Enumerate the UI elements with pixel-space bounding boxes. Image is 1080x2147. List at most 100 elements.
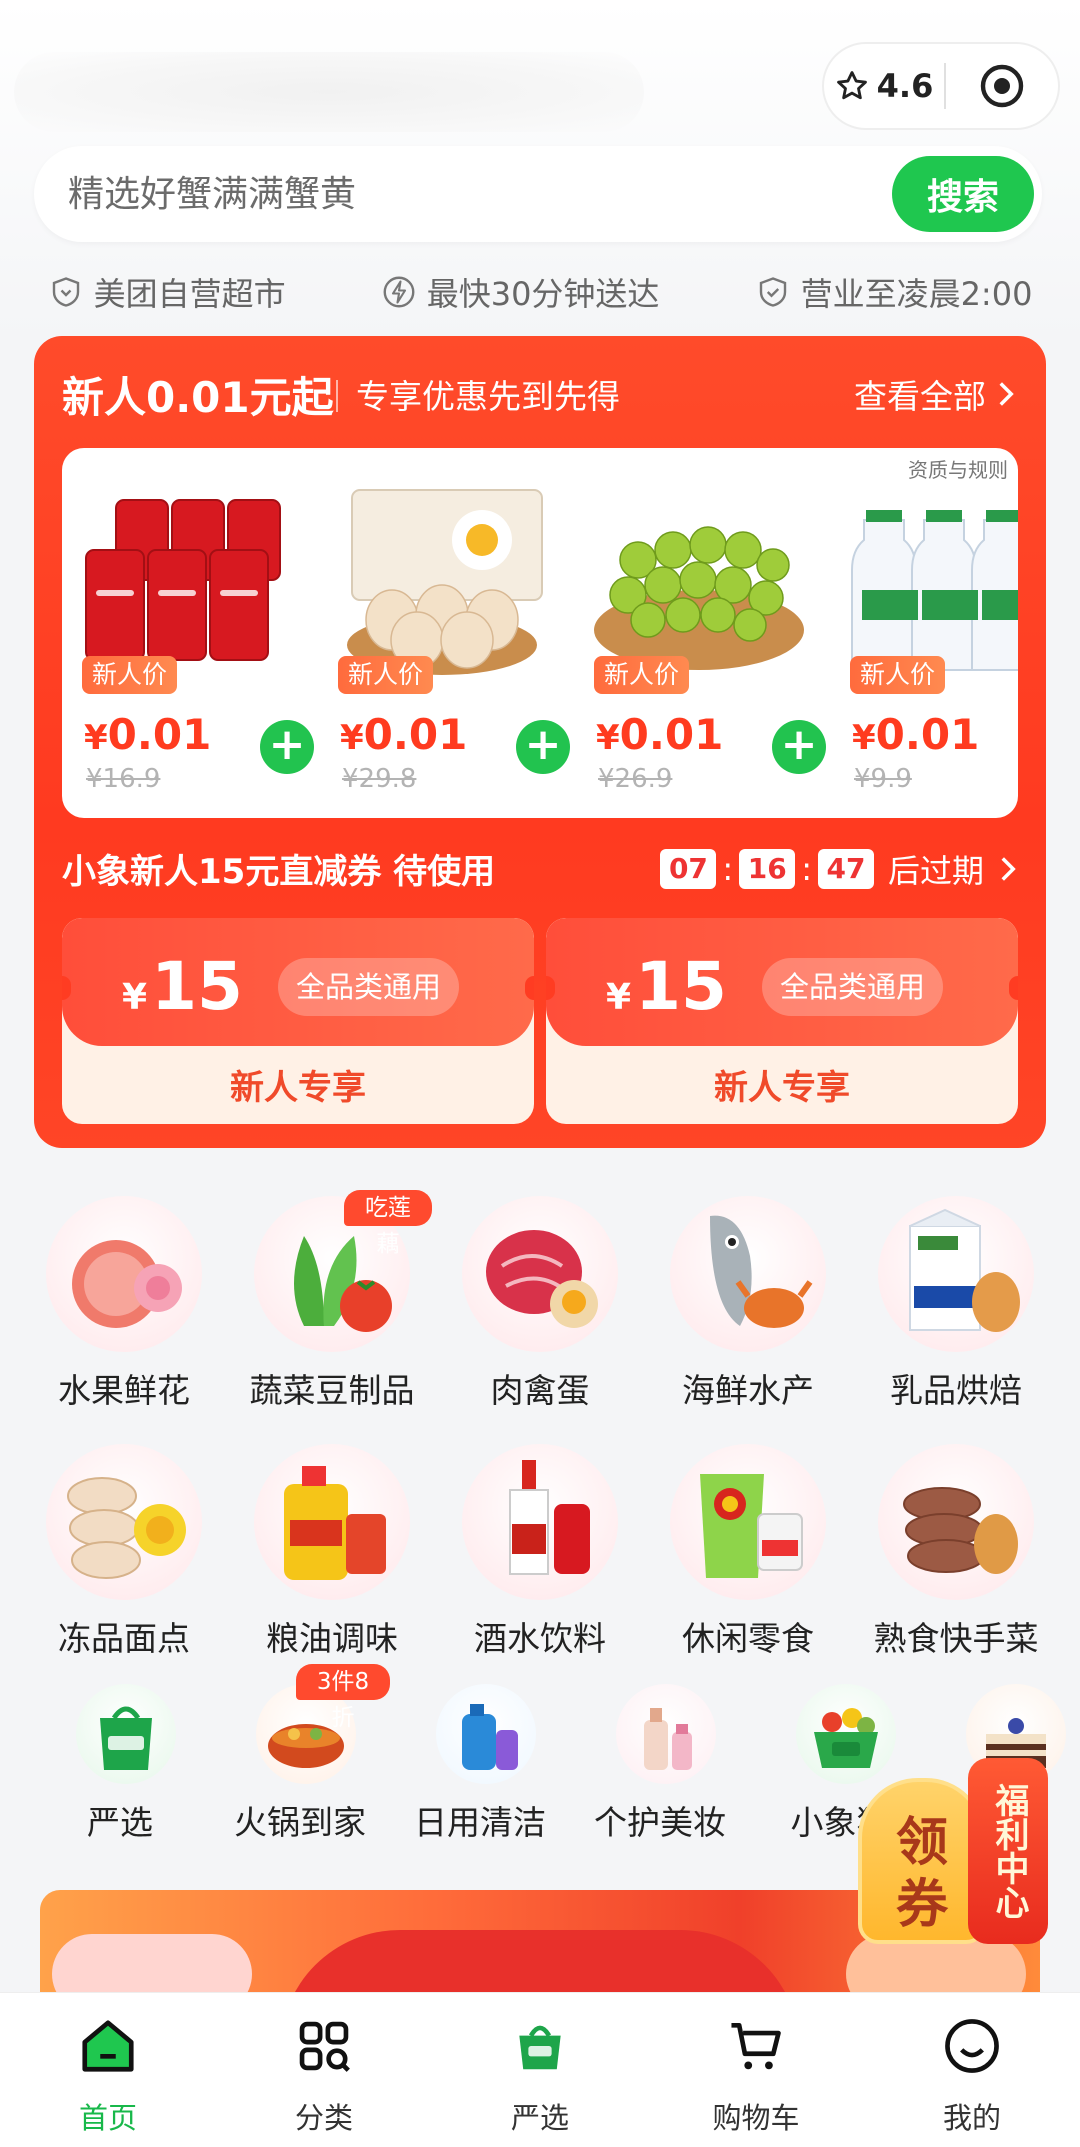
home-icon — [82, 2020, 134, 2072]
tab-label: 严选 — [510, 2101, 569, 2135]
tab-label: 分类 — [294, 2101, 353, 2135]
shield-check-icon — [759, 277, 786, 307]
rating-button[interactable]: 4.6 — [824, 67, 944, 105]
oil-bottle-icon — [254, 1444, 410, 1600]
heart-shield-icon — [52, 277, 79, 307]
tab-label: 购物车 — [712, 2101, 800, 2135]
welfare-center-label: 福利中心 — [968, 1758, 1048, 1944]
feature-label: 美团自营超市 — [93, 275, 286, 313]
category-cleaning[interactable]: 日用清洁 — [390, 1684, 570, 1842]
add-to-cart-button[interactable]: + — [260, 720, 314, 774]
meat-eggs-icon — [462, 1196, 618, 1352]
grapes-image — [594, 526, 804, 670]
drinks-icon — [462, 1444, 618, 1600]
coupon-title: 小象新人15元直减券 待使用 — [62, 852, 496, 892]
product-card[interactable]: 新人价 ¥0.01 ¥16.9 + — [62, 448, 314, 818]
category-seafood[interactable]: 海鲜水产 — [648, 1196, 848, 1416]
new-user-price-badge: 新人价 — [850, 656, 946, 694]
feature-label: 最快30分钟送达 — [426, 275, 660, 313]
header: 4.6 — [0, 0, 1080, 140]
tab-home[interactable]: 首页 — [0, 1993, 216, 2147]
category-label: 个护美妆 — [594, 1803, 726, 1842]
timer-seconds: 47 — [817, 849, 874, 889]
service-features: 美团自营超市 最快30分钟送达 营业至凌晨2:00 — [0, 264, 1080, 320]
deli-icon — [878, 1444, 1034, 1600]
bottom-tab-bar: 首页 分类 严选 购物车 我的 — [0, 1992, 1080, 2147]
original-price: ¥29.8 — [342, 764, 417, 794]
coupon-notch — [525, 976, 534, 1000]
coupon-value: 15 — [635, 948, 727, 1025]
category-personal-care[interactable]: 个护美妆 — [570, 1684, 750, 1842]
product-card[interactable]: 新人价 ¥0.01 ¥26.9 + — [574, 448, 826, 818]
category-promo-badge: 3件8折 — [296, 1664, 390, 1731]
product-price: ¥0.01 — [596, 710, 723, 759]
currency-symbol: ¥ — [852, 718, 876, 758]
category-vegetables[interactable]: 吃莲藕 蔬菜豆制品 — [232, 1190, 432, 1416]
category-label: 乳品烘焙 — [890, 1371, 1022, 1410]
smile-icon — [945, 2019, 999, 2073]
detergent-icon — [436, 1684, 536, 1784]
tab-yanxuan[interactable]: 严选 — [432, 1993, 648, 2147]
search-button[interactable]: 搜索 — [892, 156, 1034, 232]
tab-profile[interactable]: 我的 — [864, 1993, 1080, 2147]
product-card[interactable]: 新人价 ¥0.01 ¥9.9 — [830, 448, 1018, 818]
category-label: 海鲜水产 — [682, 1371, 814, 1410]
category-dairy-bakery[interactable]: 乳品烘焙 — [856, 1196, 1056, 1416]
view-all-link[interactable]: 查看全部 — [854, 370, 1016, 418]
yanxuan-bag-icon — [519, 2025, 561, 2070]
timer-minutes: 16 — [739, 849, 796, 889]
add-to-cart-button[interactable]: + — [516, 720, 570, 774]
category-yanxuan[interactable]: 严选 — [30, 1684, 210, 1842]
category-grain-oil[interactable]: 粮油调味 — [232, 1444, 432, 1664]
search-input[interactable] — [68, 146, 868, 242]
tab-category[interactable]: 分类 — [216, 1993, 432, 2147]
currency-symbol: ¥ — [122, 977, 148, 1018]
category-promo-badge: 吃莲藕 — [344, 1190, 432, 1257]
category-fruit-flowers[interactable]: 水果鲜花 — [24, 1196, 224, 1416]
welfare-center-widget[interactable]: 领 券 福利中心 — [858, 1758, 1048, 1944]
category-drinks[interactable]: 酒水饮料 — [440, 1444, 640, 1664]
feature-label: 营业至凌晨2:00 — [800, 275, 1033, 313]
banner-pot — [280, 1930, 800, 2000]
dairy-bakery-icon — [878, 1196, 1034, 1352]
feature-self-operated: 美团自营超市 — [48, 269, 286, 315]
store-logo-blurred — [14, 52, 644, 132]
coca-cola-image — [85, 499, 281, 661]
close-target-button[interactable] — [946, 62, 1058, 110]
category-frozen-dim-sum[interactable]: 冻品面点 — [24, 1444, 224, 1664]
category-label: 酒水饮料 — [474, 1619, 606, 1658]
category-label: 冻品面点 — [58, 1619, 190, 1658]
rating-value: 4.6 — [876, 67, 934, 105]
tab-label: 我的 — [942, 2101, 1001, 2135]
coupon-card[interactable]: ¥15 全品类通用 新人专享 — [62, 918, 534, 1124]
eggs-image — [347, 489, 543, 675]
tab-label: 首页 — [78, 2101, 137, 2135]
new-user-promo-card: 新人0.01元起 专享优惠先到先得 查看全部 资质与规则 新人价 ¥0.01 ¥… — [34, 336, 1046, 1148]
timer-colon: : — [722, 850, 734, 888]
chips-icon — [670, 1444, 826, 1600]
coupon-card[interactable]: ¥15 全品类通用 新人专享 — [546, 918, 1018, 1124]
category-snacks[interactable]: 休闲零食 — [648, 1444, 848, 1664]
product-card[interactable]: 新人价 ¥0.01 ¥29.8 + — [318, 448, 570, 818]
fruit-flowers-icon — [46, 1196, 202, 1352]
tab-cart[interactable]: 购物车 — [648, 1993, 864, 2147]
add-to-cart-button[interactable]: + — [772, 720, 826, 774]
promo-divider — [336, 380, 338, 412]
chevron-right-icon — [999, 382, 1014, 406]
product-price: ¥0.01 — [852, 710, 979, 759]
countdown-timer[interactable]: 07 : 16 : 47 后过期 — [660, 846, 1018, 892]
timer-suffix: 后过期 — [887, 852, 984, 890]
timer-hours: 07 — [660, 849, 717, 889]
category-meat-eggs[interactable]: 肉禽蛋 — [440, 1196, 640, 1416]
category-label: 粮油调味 — [266, 1619, 398, 1658]
mini-program-capsule: 4.6 — [822, 42, 1060, 130]
currency-symbol: ¥ — [596, 718, 620, 758]
banner-meat-left — [52, 1934, 252, 2000]
price-value: 0.01 — [619, 710, 724, 759]
chevron-right-icon — [1001, 857, 1016, 881]
category-deli[interactable]: 熟食快手菜 — [856, 1444, 1056, 1664]
original-price: ¥16.9 — [86, 764, 161, 794]
get-coupon-badge: 领 券 — [858, 1778, 986, 1944]
feature-business-hours: 营业至凌晨2:00 — [755, 269, 1033, 315]
category-hotpot[interactable]: 3件8折 火锅到家 — [210, 1664, 390, 1842]
